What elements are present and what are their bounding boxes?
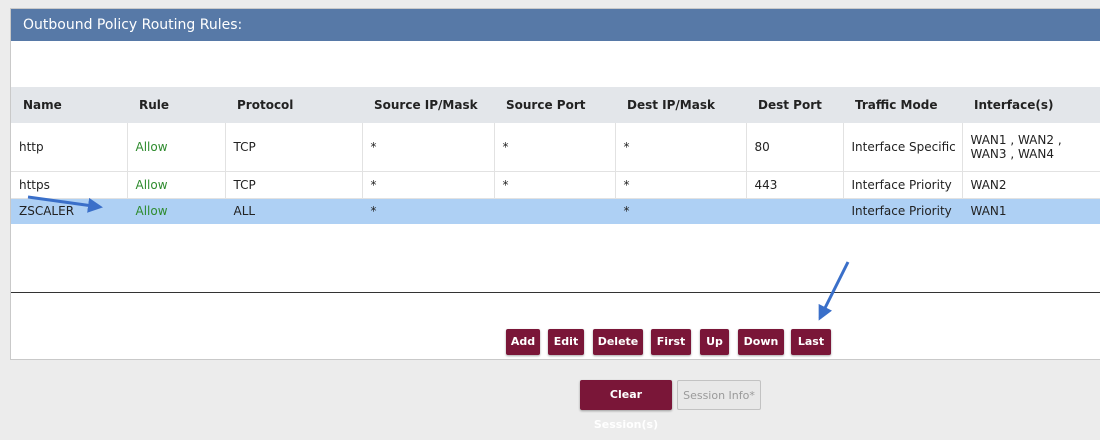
cell-dest-port: 443 (746, 171, 844, 199)
cell-protocol: TCP (225, 123, 363, 172)
cell-dest-ip: * (615, 198, 747, 224)
add-button[interactable]: Add (506, 329, 540, 355)
panel-title: Outbound Policy Routing Rules: (11, 9, 1100, 41)
last-button[interactable]: Last (791, 329, 831, 355)
cell-rule: Allow (127, 123, 226, 172)
cell-name: ZSCALER (11, 198, 128, 224)
col-header-dest-ip[interactable]: Dest IP/Mask (615, 87, 746, 123)
cell-name: http (11, 123, 128, 172)
cell-dest-ip: * (615, 171, 747, 199)
cell-interfaces: WAN2 (962, 171, 1100, 199)
delete-button[interactable]: Delete (593, 329, 643, 355)
cell-name: https (11, 171, 128, 199)
col-header-dest-port[interactable]: Dest Port (746, 87, 843, 123)
col-header-traffic-mode[interactable]: Traffic Mode (843, 87, 962, 123)
cell-dest-port: 80 (746, 123, 844, 172)
cell-source-port: * (494, 171, 616, 199)
cell-protocol: TCP (225, 171, 363, 199)
cell-source-port: * (494, 123, 616, 172)
outbound-policy-panel: Outbound Policy Routing Rules: Name Rule… (10, 8, 1100, 360)
cell-rule: Allow (127, 171, 226, 199)
cell-source-port (494, 198, 616, 224)
cell-rule: Allow (127, 198, 226, 224)
cell-interfaces: WAN1 (962, 198, 1100, 224)
table-header-row: Name Rule Protocol Source IP/Mask Source… (11, 87, 1100, 123)
table-row-selected[interactable]: ZSCALER Allow ALL * * Interface Priority… (11, 198, 1100, 224)
edit-button[interactable]: Edit (548, 329, 584, 355)
col-header-rule[interactable]: Rule (127, 87, 225, 123)
session-info-button[interactable]: Session Info* (677, 380, 761, 410)
clear-sessions-button[interactable]: Clear Session(s) (580, 380, 672, 431)
rules-table: Name Rule Protocol Source IP/Mask Source… (11, 87, 1100, 224)
col-header-interfaces[interactable]: Interface(s) (962, 87, 1100, 123)
panel-spacer (11, 41, 1100, 87)
cell-traffic-mode: Interface Priority (843, 171, 963, 199)
col-header-source-ip[interactable]: Source IP/Mask (362, 87, 494, 123)
cell-traffic-mode: Interface Priority (843, 198, 963, 224)
col-header-protocol[interactable]: Protocol (225, 87, 362, 123)
cell-source-ip: * (362, 123, 495, 172)
cell-source-ip: * (362, 171, 495, 199)
cell-dest-port (746, 198, 844, 224)
table-empty-area (11, 224, 1100, 293)
down-button[interactable]: Down (738, 329, 784, 355)
cell-protocol: ALL (225, 198, 363, 224)
cell-source-ip: * (362, 198, 495, 224)
cell-interfaces: WAN1 , WAN2 , WAN3 , WAN4 (962, 123, 1100, 172)
first-button[interactable]: First (651, 329, 691, 355)
col-header-source-port[interactable]: Source Port (494, 87, 615, 123)
table-row[interactable]: http Allow TCP * * * 80 Interface Specif… (11, 123, 1100, 172)
cell-traffic-mode: Interface Specific (843, 123, 963, 172)
up-button[interactable]: Up (700, 329, 729, 355)
cell-dest-ip: * (615, 123, 747, 172)
col-header-name[interactable]: Name (11, 87, 127, 123)
table-row[interactable]: https Allow TCP * * * 443 Interface Prio… (11, 171, 1100, 199)
